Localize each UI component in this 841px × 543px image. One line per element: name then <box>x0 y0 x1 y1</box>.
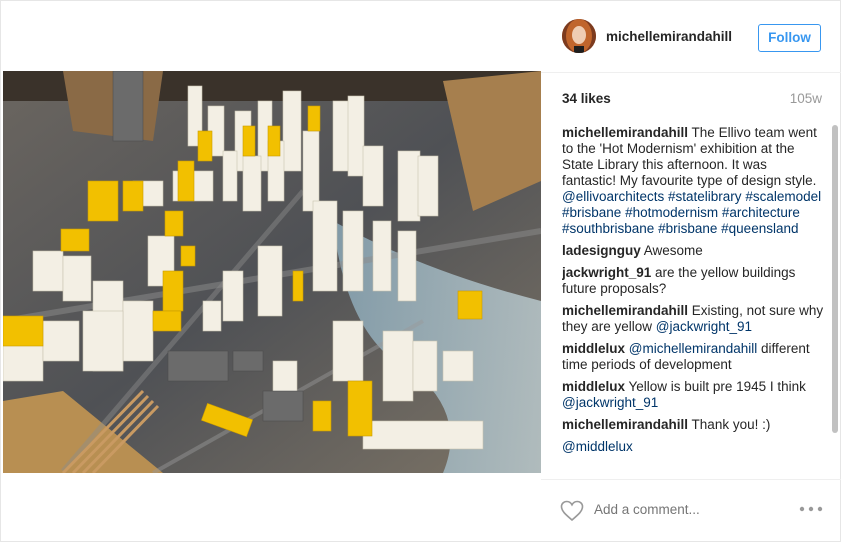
comment: michellemirandahill The Ellivo team went… <box>562 125 824 237</box>
architectural-city-model-image <box>3 71 541 473</box>
comment-text: Awesome <box>640 243 703 258</box>
post-sidebar: michellemirandahill Follow 34 likes 105w… <box>541 1 841 543</box>
hashtag-link[interactable]: #queensland <box>721 221 798 236</box>
comments-list[interactable]: michellemirandahill The Ellivo team went… <box>562 125 824 480</box>
post-author-username[interactable]: michellemirandahill <box>606 29 732 44</box>
mention-link[interactable]: @middlelux <box>562 439 633 454</box>
heart-outline-icon[interactable] <box>560 500 584 522</box>
comment: jackwright_91 are the yellow buildings f… <box>562 265 824 297</box>
comment-text: Thank you! :) <box>688 417 771 432</box>
post-photo <box>3 71 541 473</box>
hashtag-link[interactable]: #brisbane <box>562 205 621 220</box>
mention-link[interactable]: @michellemirandahill <box>629 341 758 356</box>
more-options-icon[interactable] <box>799 505 823 513</box>
profile-photo-icon <box>562 19 596 53</box>
comment-username[interactable]: ladesignguy <box>562 243 641 258</box>
hashtag-link[interactable]: #brisbane <box>658 221 717 236</box>
comments-scrollbar[interactable] <box>831 125 839 479</box>
mention-link[interactable]: @ellivoarchitects <box>562 189 664 204</box>
comment-username[interactable]: michellemirandahill <box>562 417 688 432</box>
add-comment-input[interactable] <box>594 502 794 517</box>
comment-username[interactable]: jackwright_91 <box>562 265 651 280</box>
post-stats: 34 likes 105w <box>562 91 822 111</box>
comment: ladesignguy Awesome <box>562 243 824 259</box>
comment: @middlelux <box>562 439 824 455</box>
post-header: michellemirandahill Follow <box>541 1 841 73</box>
mention-link[interactable]: @jackwright_91 <box>562 395 658 410</box>
scrollbar-thumb[interactable] <box>832 125 838 433</box>
post-age: 105w <box>789 91 822 106</box>
comment-username[interactable]: michellemirandahill <box>562 125 688 140</box>
post-footer <box>541 479 841 543</box>
hashtag-link[interactable]: #architecture <box>722 205 800 220</box>
instagram-post-modal: michellemirandahill Follow 34 likes 105w… <box>0 0 841 542</box>
follow-button[interactable]: Follow <box>758 24 821 52</box>
comment: michellemirandahill Existing, not sure w… <box>562 303 824 335</box>
comment: middlelux @michellemirandahill different… <box>562 341 824 373</box>
hashtag-link[interactable]: #statelibrary <box>668 189 742 204</box>
comment-username[interactable]: middlelux <box>562 341 625 356</box>
avatar[interactable] <box>562 19 596 53</box>
comment-text: Yellow is built pre 1945 I think <box>625 379 806 394</box>
hashtag-link[interactable]: #scalemodel <box>745 189 821 204</box>
hashtag-link[interactable]: #southbrisbane <box>562 221 654 236</box>
likes-count[interactable]: 34 likes <box>562 91 611 106</box>
comment-username[interactable]: michellemirandahill <box>562 303 688 318</box>
hashtag-link[interactable]: #hotmodernism <box>625 205 718 220</box>
comment-username[interactable]: middlelux <box>562 379 625 394</box>
comment: middlelux Yellow is built pre 1945 I thi… <box>562 379 824 411</box>
comment: michellemirandahill Thank you! :) <box>562 417 824 433</box>
mention-link[interactable]: @jackwright_91 <box>656 319 752 334</box>
